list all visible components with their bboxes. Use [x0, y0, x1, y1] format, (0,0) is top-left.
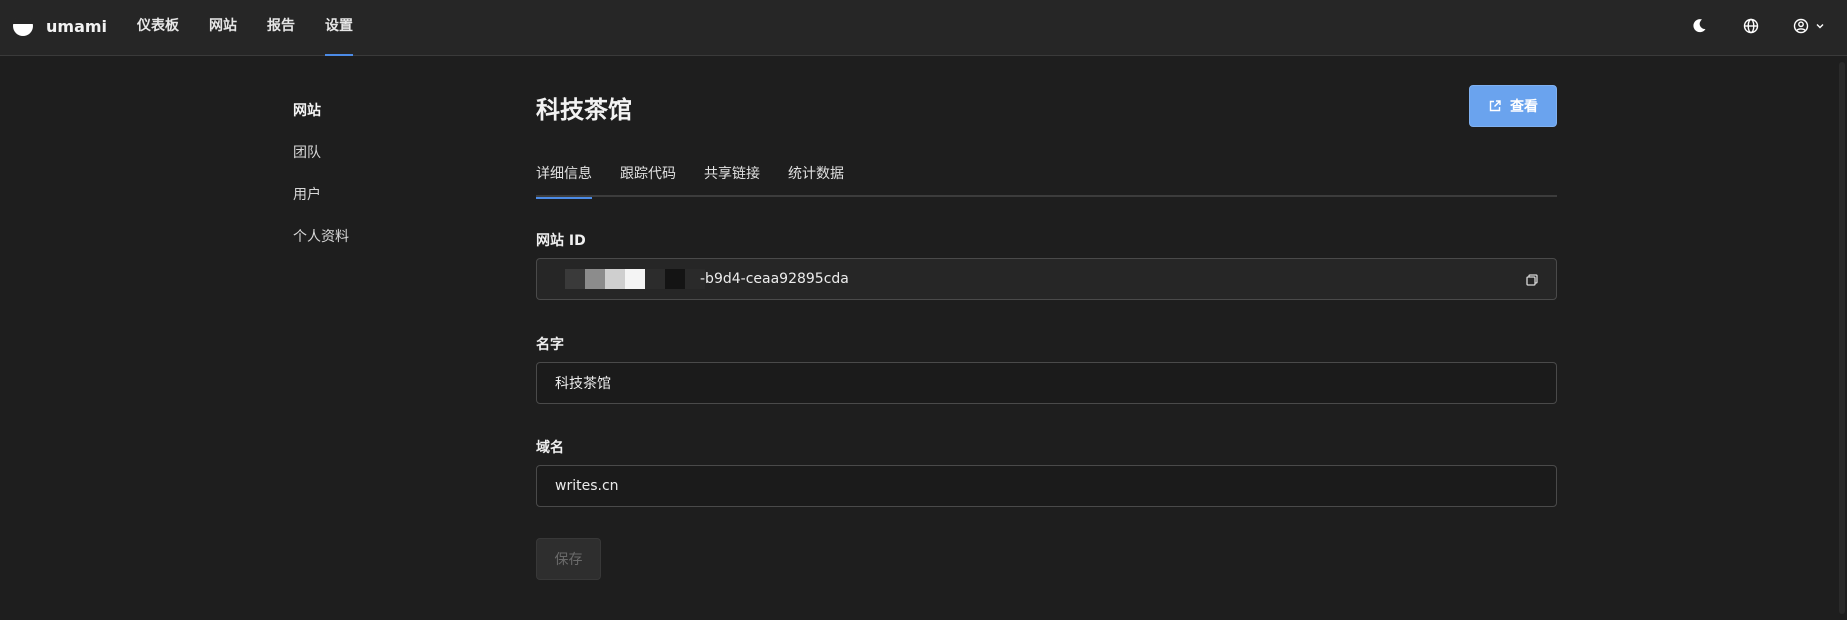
settings-sidebar: 网站 团队 用户 个人资料: [293, 100, 433, 268]
view-button-label: 查看: [1510, 99, 1538, 115]
app-name: umami: [46, 16, 108, 36]
save-button[interactable]: 保存: [536, 538, 601, 580]
tab-share-url[interactable]: 共享链接: [704, 164, 760, 197]
name-field[interactable]: [536, 362, 1557, 404]
moon-icon: [1693, 19, 1706, 33]
globe-icon: [1743, 18, 1759, 34]
tab-tracking-code[interactable]: 跟踪代码: [620, 164, 676, 197]
umami-logo-icon: [13, 15, 33, 36]
redacted-id-mask: [545, 269, 705, 289]
top-actions: [1689, 16, 1825, 36]
domain-field[interactable]: [536, 465, 1557, 507]
nav-dashboard[interactable]: 仪表板: [137, 0, 179, 56]
copy-icon[interactable]: [1524, 272, 1540, 288]
tab-data[interactable]: 统计数据: [788, 164, 844, 197]
app-logo[interactable]: umami: [12, 15, 107, 37]
main-nav: 仪表板 网站 报告 设置: [137, 0, 353, 56]
sidebar-item-users[interactable]: 用户: [293, 184, 433, 226]
domain-input[interactable]: [555, 466, 1515, 506]
domain-label: 域名: [536, 440, 564, 456]
nav-settings[interactable]: 设置: [325, 0, 353, 56]
theme-toggle-button[interactable]: [1689, 16, 1709, 36]
name-input[interactable]: [555, 363, 1515, 403]
chevron-down-icon: [1816, 24, 1824, 29]
sidebar-item-websites[interactable]: 网站: [293, 100, 433, 142]
external-link-icon: [1489, 100, 1501, 112]
website-id-label: 网站 ID: [536, 233, 586, 249]
nav-reports[interactable]: 报告: [267, 0, 295, 56]
sidebar-item-teams[interactable]: 团队: [293, 142, 433, 184]
page-title: 科技茶馆: [536, 96, 632, 124]
sidebar-item-profile[interactable]: 个人资料: [293, 226, 433, 268]
nav-websites[interactable]: 网站: [209, 0, 237, 56]
website-id-field[interactable]: -b9d4-ceaa92895cda: [536, 258, 1557, 300]
website-id-value: -b9d4-ceaa92895cda: [700, 271, 849, 287]
view-website-button[interactable]: 查看: [1469, 85, 1557, 127]
tab-details[interactable]: 详细信息: [536, 164, 592, 199]
user-circle-icon: [1793, 18, 1809, 34]
name-label: 名字: [536, 337, 564, 353]
settings-tabs: 详细信息 跟踪代码 共享链接 统计数据: [536, 164, 1557, 199]
profile-menu-button[interactable]: [1793, 18, 1825, 34]
top-navbar: umami 仪表板 网站 报告 设置: [0, 0, 1847, 56]
page-scrollbar[interactable]: [1839, 62, 1845, 614]
language-button[interactable]: [1741, 16, 1761, 36]
